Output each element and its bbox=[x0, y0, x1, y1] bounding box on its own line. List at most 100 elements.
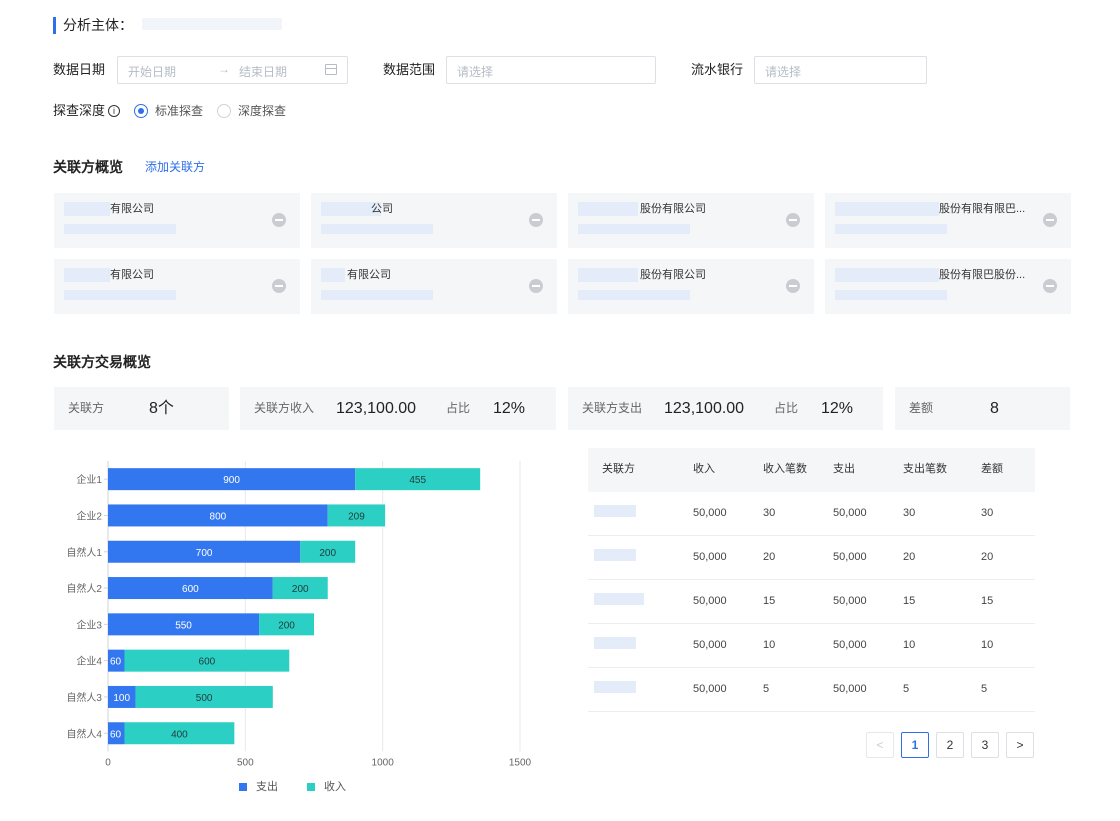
cell-income-count: 20 bbox=[763, 551, 776, 563]
card-sub-mask bbox=[835, 224, 947, 234]
card-name-mask bbox=[835, 202, 939, 216]
cell-expense-count: 20 bbox=[903, 551, 916, 563]
cell-expense-count: 15 bbox=[903, 595, 916, 607]
party-mask bbox=[594, 681, 636, 693]
card-sub-mask bbox=[578, 290, 690, 300]
bar-value-label: 60 bbox=[110, 729, 122, 740]
bank-select[interactable]: 请选择 bbox=[754, 56, 927, 84]
card-name: 股份有限公司 bbox=[640, 269, 706, 281]
card-sub-mask bbox=[578, 224, 690, 234]
party-mask bbox=[594, 593, 644, 605]
expense-ratio-label: 占比 bbox=[774, 401, 799, 415]
bar-value-label: 455 bbox=[409, 475, 426, 486]
bar-value-label: 500 bbox=[196, 693, 213, 704]
cell-income-count: 10 bbox=[763, 639, 776, 651]
cell-diff: 15 bbox=[981, 595, 994, 607]
prev-page-button[interactable]: < bbox=[866, 732, 894, 758]
card-name-mask bbox=[578, 202, 638, 216]
category-label: 自然人3 bbox=[66, 691, 102, 704]
party-mask bbox=[594, 549, 636, 561]
related-card[interactable]: 股份有限公司 bbox=[568, 259, 814, 314]
related-card[interactable]: 股份有限公司 bbox=[568, 193, 814, 248]
card-name-mask bbox=[578, 268, 638, 282]
cell-expense: 50,000 bbox=[833, 639, 867, 651]
category-label: 企业3 bbox=[76, 618, 102, 631]
bar-value-label: 200 bbox=[319, 548, 336, 559]
remove-icon[interactable] bbox=[786, 213, 800, 227]
cell-income: 50,000 bbox=[693, 683, 727, 695]
bank-placeholder: 请选择 bbox=[765, 65, 802, 79]
cell-expense-count: 5 bbox=[903, 683, 910, 695]
cell-expense: 50,000 bbox=[833, 507, 867, 519]
category-label: 自然人2 bbox=[66, 582, 102, 595]
col-income-count: 收入笔数 bbox=[763, 463, 807, 475]
party-mask bbox=[594, 505, 636, 517]
page-button-3[interactable]: 3 bbox=[971, 732, 999, 758]
bar-value-label: 60 bbox=[110, 657, 122, 668]
bar-value-label: 800 bbox=[210, 511, 227, 522]
diff-label: 差额 bbox=[909, 401, 934, 415]
x-tick-label: 500 bbox=[237, 757, 254, 768]
cell-income-count: 15 bbox=[763, 595, 776, 607]
bar-value-label: 100 bbox=[113, 693, 130, 704]
related-card[interactable]: 股份有限有限巴... bbox=[825, 193, 1071, 248]
diff-value: 8 bbox=[990, 400, 999, 417]
legend-income-swatch bbox=[307, 783, 315, 791]
legend-expense-label[interactable]: 支出 bbox=[256, 781, 278, 793]
table-row[interactable]: 50,000 5 50,000 5 5 bbox=[588, 668, 1035, 712]
bar-value-label: 600 bbox=[182, 584, 199, 595]
card-name: 股份有限巴股份... bbox=[939, 269, 1026, 281]
table-row[interactable]: 50,000 10 50,000 10 10 bbox=[588, 624, 1035, 668]
cell-expense: 50,000 bbox=[833, 551, 867, 563]
cell-income: 50,000 bbox=[693, 639, 727, 651]
col-income: 收入 bbox=[693, 463, 715, 475]
cell-income: 50,000 bbox=[693, 595, 727, 607]
next-page-button[interactable]: > bbox=[1006, 732, 1034, 758]
bar-value-label: 209 bbox=[348, 511, 365, 522]
bar-value-label: 900 bbox=[223, 475, 240, 486]
remove-icon[interactable] bbox=[786, 279, 800, 293]
legend-income-label[interactable]: 收入 bbox=[324, 781, 346, 793]
summary-expense: 关联方支出 123,100.00 占比 12% bbox=[568, 387, 883, 430]
bar-value-label: 700 bbox=[196, 548, 213, 559]
cell-expense: 50,000 bbox=[833, 595, 867, 607]
col-expense-count: 支出笔数 bbox=[903, 463, 947, 475]
bar-value-label: 600 bbox=[199, 657, 216, 668]
page-button-1[interactable]: 1 bbox=[901, 732, 929, 758]
stacked-bar-chart: 0 500 1000 1500 企业1 900 455 企业2 800 209 自然人1 700 200… bbox=[66, 461, 532, 768]
table-header: 关联方 收入 收入笔数 支出 支出笔数 差额 bbox=[588, 448, 1035, 492]
col-party: 关联方 bbox=[602, 463, 635, 475]
expense-label: 关联方支出 bbox=[582, 401, 643, 415]
cell-diff: 30 bbox=[981, 507, 994, 519]
cell-income: 50,000 bbox=[693, 551, 727, 563]
cell-expense-count: 10 bbox=[903, 639, 916, 651]
x-tick-label: 1000 bbox=[372, 757, 395, 768]
cell-diff: 5 bbox=[981, 683, 988, 695]
cell-income: 50,000 bbox=[693, 507, 727, 519]
table-row[interactable]: 50,000 20 50,000 20 20 bbox=[588, 536, 1035, 580]
cell-diff: 20 bbox=[981, 551, 994, 563]
cell-expense: 50,000 bbox=[833, 683, 867, 695]
category-label: 企业4 bbox=[76, 655, 102, 668]
bar-value-label: 550 bbox=[175, 620, 192, 631]
category-label: 自然人1 bbox=[66, 546, 102, 559]
bar-value-label: 400 bbox=[171, 729, 188, 740]
table-row[interactable]: 50,000 30 50,000 30 30 bbox=[588, 492, 1035, 536]
bar-value-label: 200 bbox=[278, 620, 295, 631]
x-tick-label: 0 bbox=[105, 757, 111, 768]
card-name: 股份有限有限巴... bbox=[939, 203, 1026, 215]
related-card[interactable]: 股份有限巴股份... bbox=[825, 259, 1071, 314]
cell-income-count: 30 bbox=[763, 507, 776, 519]
col-expense: 支出 bbox=[833, 463, 855, 475]
col-diff: 差额 bbox=[981, 463, 1003, 475]
party-mask bbox=[594, 637, 636, 649]
remove-icon[interactable] bbox=[1043, 279, 1057, 293]
card-name-mask bbox=[835, 268, 939, 282]
cell-diff: 10 bbox=[981, 639, 994, 651]
cell-income-count: 5 bbox=[763, 683, 770, 695]
card-name: 股份有限公司 bbox=[640, 203, 706, 215]
remove-icon[interactable] bbox=[1043, 213, 1057, 227]
page-button-2[interactable]: 2 bbox=[936, 732, 964, 758]
table-row[interactable]: 50,000 15 50,000 15 15 bbox=[588, 580, 1035, 624]
category-label: 企业2 bbox=[76, 509, 102, 522]
